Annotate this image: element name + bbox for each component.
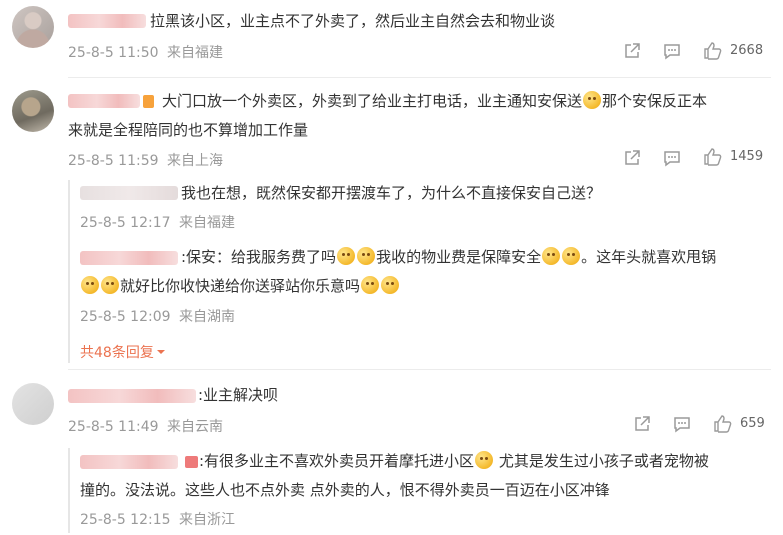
comment-location: 来自上海	[166, 153, 223, 169]
avatar[interactable]	[12, 383, 54, 425]
reply-thread	[68, 180, 773, 363]
reply-username[interactable]	[80, 455, 178, 469]
comment-meta: 25-8-5 11:59 来自上海	[68, 150, 223, 170]
comment-text-line2: 来就是全程陪同的也不算增加工作量	[68, 121, 309, 139]
comment-button[interactable]	[663, 42, 681, 60]
member-badge	[143, 95, 154, 108]
share-button[interactable]	[623, 42, 641, 60]
comment-icon	[664, 151, 680, 167]
reply-meta: 25-8-5 12:15 来自浙江	[80, 509, 235, 529]
reply-text: :有很多业主不喜欢外卖员开着摩托进小区 尤其是发生过小孩子或者宠物被	[199, 451, 709, 470]
reply-username[interactable]	[80, 251, 178, 265]
comment-text: :业主解决呗	[198, 386, 279, 404]
emoji-icon	[542, 247, 561, 265]
emoji-icon	[381, 276, 400, 294]
comment-icon	[664, 44, 680, 60]
reply-meta: 25-8-5 12:09 来自湖南	[80, 306, 235, 326]
divider	[68, 77, 771, 78]
more-replies-link[interactable]: 共48条回复	[80, 342, 166, 362]
comment-button[interactable]	[663, 149, 681, 167]
comment-time: 25-8-5 11:50	[68, 45, 159, 61]
like-icon	[714, 415, 732, 433]
comment-time: 25-8-5 11:49	[68, 419, 159, 435]
reply-location: 来自湖南	[178, 309, 235, 325]
reply-meta: 25-8-5 12:17 来自福建	[80, 212, 235, 232]
reply-text: :保安：给我服务费了吗 我收的物业费是保障安全 。这年头就喜欢甩锅	[181, 247, 717, 266]
comment-button[interactable]	[673, 415, 691, 433]
reply-text-line2: 就好比你收快递给你送驿站你乐意吗	[80, 274, 400, 298]
reply-location: 来自福建	[178, 215, 235, 231]
chevron-down-icon	[156, 350, 165, 354]
emoji-icon	[583, 91, 602, 109]
member-badge	[185, 456, 198, 468]
share-icon	[625, 150, 640, 165]
like-count: 1459	[730, 149, 764, 164]
emoji-icon	[361, 276, 380, 294]
username[interactable]	[68, 389, 196, 403]
emoji-icon	[357, 247, 376, 265]
comment-text: 大门口放一个外卖区，外卖到了给业主打电话，业主通知安保送 那个安保反正本	[162, 91, 708, 110]
avatar[interactable]	[12, 6, 54, 48]
comment-meta: 25-8-5 11:49 来自云南	[68, 416, 223, 436]
username[interactable]	[68, 14, 146, 28]
like-count: 2668	[730, 43, 764, 58]
share-button[interactable]	[633, 415, 651, 433]
share-icon	[635, 416, 650, 431]
emoji-icon	[81, 276, 99, 294]
share-icon	[625, 43, 640, 58]
like-icon	[704, 148, 722, 166]
reply-username[interactable]	[80, 186, 178, 200]
emoji-icon	[475, 451, 494, 469]
like-button[interactable]: 2668	[703, 41, 763, 60]
reply-time: 25-8-5 12:17	[80, 215, 171, 231]
reply-time: 25-8-5 12:09	[80, 309, 171, 325]
avatar[interactable]	[12, 90, 54, 132]
emoji-icon	[101, 276, 119, 294]
emoji-icon	[562, 247, 581, 265]
comment-icon	[674, 417, 690, 433]
comment-location: 来自云南	[166, 419, 223, 435]
like-button[interactable]: 1459	[703, 147, 763, 166]
username[interactable]	[68, 94, 140, 108]
divider	[68, 369, 771, 370]
emoji-icon	[337, 247, 356, 265]
reply-time: 25-8-5 12:15	[80, 512, 171, 528]
like-button[interactable]: 659	[713, 414, 765, 433]
comment-meta: 25-8-5 11:50 来自福建	[68, 42, 223, 62]
comment-text: 拉黑该小区，业主点不了外卖了，然后业主自然会去和物业谈	[150, 12, 556, 30]
comment-time: 25-8-5 11:59	[68, 153, 159, 169]
comment-location: 来自福建	[166, 45, 223, 61]
reply-location: 来自浙江	[178, 512, 235, 528]
reply-text-line2: 撞的。没法说。这些人也不点外卖 点外卖的人，恨不得外卖员一百迈在小区冲锋	[80, 481, 610, 499]
share-button[interactable]	[623, 149, 641, 167]
reply-text: 我也在想，既然保安都开摆渡车了，为什么不直接保安自己送？	[181, 184, 602, 202]
like-count: 659	[740, 416, 765, 431]
like-icon	[704, 42, 722, 60]
